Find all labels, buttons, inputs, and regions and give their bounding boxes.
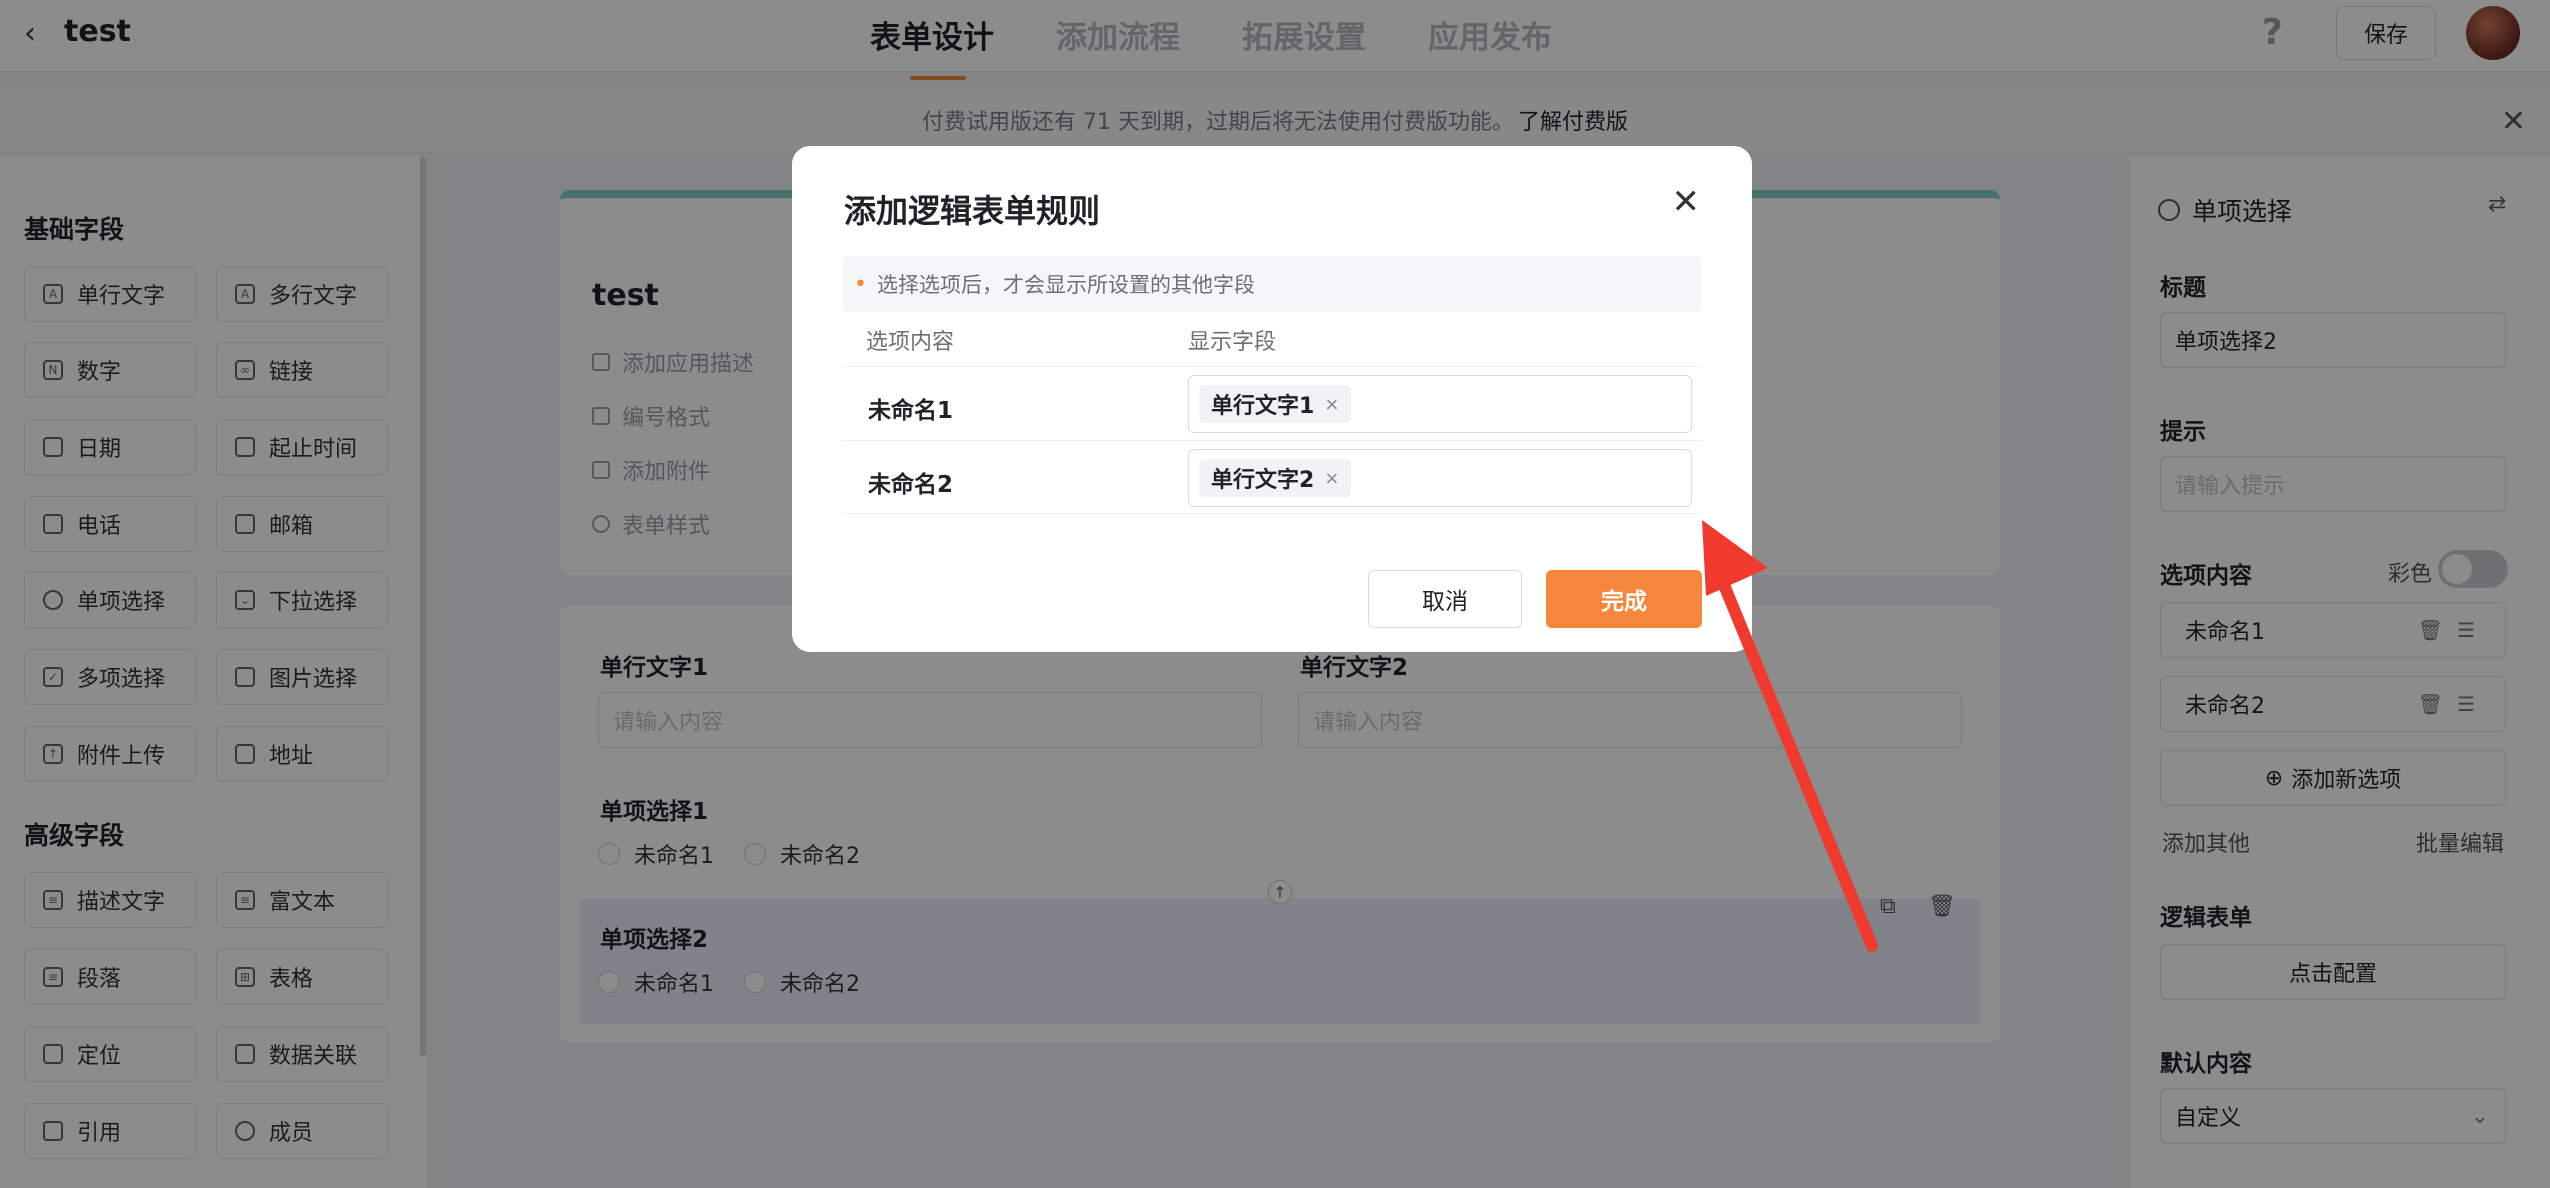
close-icon[interactable]: ✕	[1672, 182, 1701, 222]
rule-option: 未命名1	[868, 398, 954, 424]
field-tag: 单行文字1 ×	[1199, 385, 1352, 423]
tag-label: 单行文字2	[1211, 468, 1315, 493]
rule-option: 未命名2	[868, 472, 954, 498]
cancel-button[interactable]: 取消	[1368, 570, 1522, 628]
col-option-header: 选项内容	[866, 330, 955, 355]
tag-label: 单行文字1	[1211, 394, 1315, 419]
field-tag: 单行文字2 ×	[1199, 459, 1352, 497]
rule-row: 未命名2 单行文字2 ×	[842, 440, 1702, 514]
remove-tag-icon[interactable]: ×	[1324, 394, 1339, 415]
col-display-header: 显示字段	[1188, 330, 1277, 355]
remove-tag-icon[interactable]: ×	[1324, 468, 1339, 489]
rule-row: 未命名1 单行文字1 ×	[842, 366, 1702, 440]
dialog-title: 添加逻辑表单规则	[844, 192, 1101, 230]
display-field-select[interactable]: 单行文字2 ×	[1188, 449, 1692, 507]
logic-rule-dialog: 添加逻辑表单规则 ✕ • 选择选项后，才会显示所设置的其他字段 选项内容 显示字段…	[792, 146, 1752, 652]
tip-text: 选择选项后，才会显示所设置的其他字段	[876, 273, 1255, 297]
display-field-select[interactable]: 单行文字1 ×	[1188, 375, 1692, 433]
bullet-dot: •	[854, 271, 867, 297]
dialog-tip: • 选择选项后，才会显示所设置的其他字段	[842, 256, 1702, 312]
confirm-button[interactable]: 完成	[1546, 570, 1702, 628]
